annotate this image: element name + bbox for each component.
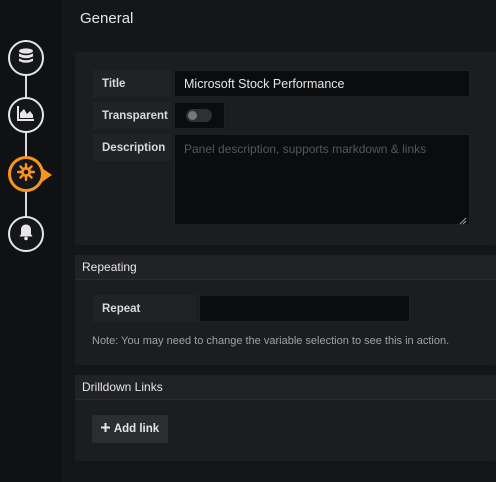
settings-icon — [16, 162, 36, 187]
step-alert[interactable] — [8, 216, 44, 252]
description-placeholder: Panel description, supports markdown & l… — [184, 142, 427, 156]
repeating-note: Note: You may need to change the variabl… — [92, 335, 450, 347]
database-icon — [17, 47, 35, 70]
title-label: Title — [93, 70, 171, 97]
repeating-header[interactable]: Repeating — [75, 255, 496, 280]
plus-icon — [100, 423, 110, 435]
sidebar — [0, 0, 62, 482]
add-link-button[interactable]: Add link — [92, 415, 168, 443]
toggle-knob — [188, 111, 197, 120]
transparent-label: Transparent — [93, 102, 171, 129]
step-general[interactable] — [8, 156, 52, 192]
description-input[interactable]: Panel description, supports markdown & l… — [174, 134, 470, 225]
description-label: Description — [93, 134, 171, 161]
chart-icon — [16, 104, 36, 127]
title-input[interactable]: Microsoft Stock Performance — [174, 70, 470, 97]
drilldown-header[interactable]: Drilldown Links — [75, 375, 496, 400]
add-link-label: Add link — [113, 423, 160, 435]
transparent-toggle-box[interactable] — [174, 102, 225, 129]
page-title: General — [80, 10, 134, 27]
step-queries[interactable] — [8, 40, 44, 76]
repeat-label: Repeat — [93, 295, 197, 322]
sidebar-edge — [62, 0, 63, 482]
bell-icon — [17, 223, 35, 246]
step-visualization[interactable] — [8, 97, 44, 133]
resize-handle-icon[interactable] — [459, 214, 467, 225]
transparent-toggle[interactable] — [186, 109, 212, 122]
repeat-select[interactable] — [199, 295, 410, 322]
